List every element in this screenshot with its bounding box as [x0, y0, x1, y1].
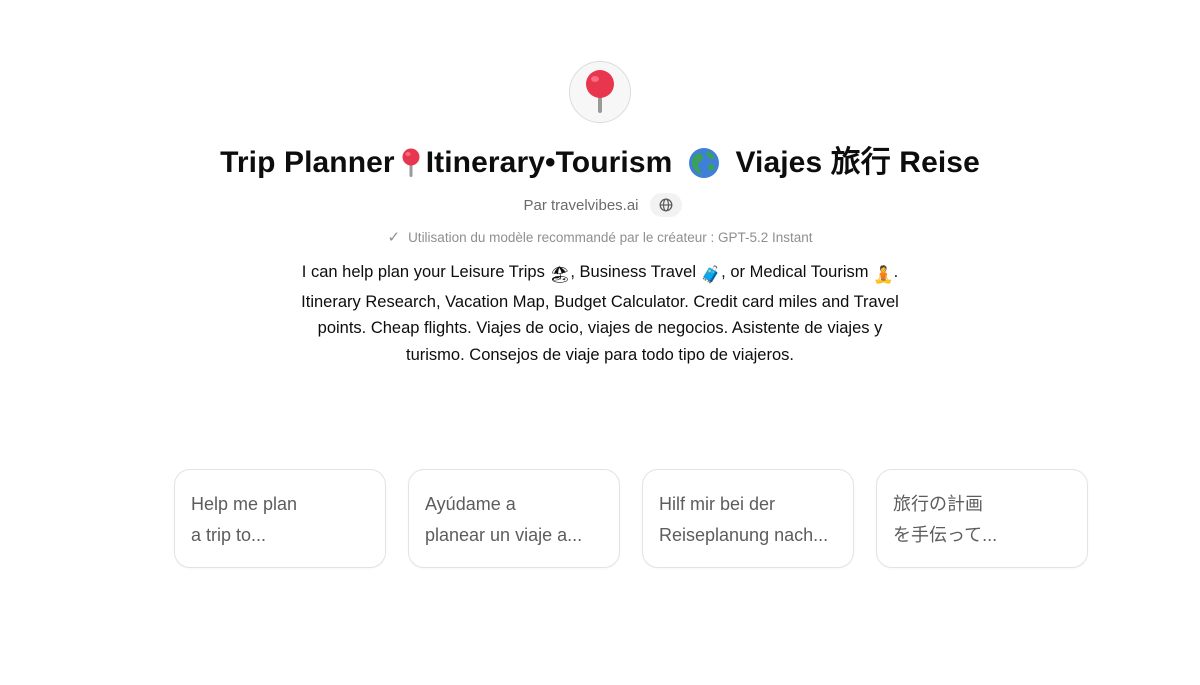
starter-line-2: a trip to... [191, 525, 267, 545]
description-text-1: I can help plan your Leisure Trips [301, 263, 550, 281]
beach-umbrella-icon: 🏖 [549, 266, 571, 284]
starter-line-1: 旅行の計画 [893, 494, 983, 514]
starter-line-2: Reiseplanung nach... [659, 525, 829, 545]
starter-line-1: Help me plan [191, 494, 298, 514]
check-icon: ✓ [387, 229, 401, 246]
starter-card-3[interactable]: Hilf mir bei der Reiseplanung nach... [642, 469, 854, 568]
starter-card-4[interactable]: 旅行の計画 を手伝って... [876, 469, 1088, 568]
gpt-description: I can help plan your Leisure Trips 🏖, Bu… [300, 259, 900, 368]
gpt-title: Trip Planner Itinerary•Tourism Viajes 旅行… [220, 145, 980, 181]
title-part-1: Trip Planner [220, 146, 395, 179]
title-part-2: Itinerary•Tourism [425, 146, 673, 179]
description-text-2: , Business Travel [570, 263, 701, 281]
starter-card-1[interactable]: Help me plan a trip to... [174, 469, 386, 568]
starter-card-2[interactable]: Ayúdame a planear un viaje a... [408, 469, 620, 568]
description-text-3: , or Medical Tourism [721, 263, 874, 281]
luggage-icon: 🧳 [700, 266, 722, 284]
round-pushpin-icon [586, 70, 614, 113]
conversation-starters: Help me plan a trip to... Ayúdame a plan… [174, 469, 1088, 568]
globe-icon [659, 198, 672, 212]
author-row: Par travelvibes.ai [518, 193, 682, 217]
model-note-text: Utilisation du modèle recommandé par le … [408, 229, 813, 245]
author-name[interactable]: Par travelvibes.ai [518, 195, 643, 216]
starter-line-1: Ayúdame a [425, 494, 516, 514]
starter-line-1: Hilf mir bei der [659, 494, 776, 514]
starter-line-2: を手伝って... [893, 525, 998, 545]
gpt-header: Trip Planner Itinerary•Tourism Viajes 旅行… [0, 0, 1200, 368]
lotus-position-icon: 🧘 [873, 266, 894, 284]
recommended-model-note: ✓ Utilisation du modèle recommandé par l… [387, 228, 812, 246]
author-website-link[interactable] [649, 193, 682, 217]
title-part-3: Viajes 旅行 Reise [735, 146, 980, 179]
gpt-avatar [569, 61, 631, 123]
globe-americas-icon [689, 148, 720, 178]
pushpin-icon [402, 148, 420, 177]
starter-line-2: planear un viaje a... [425, 525, 583, 545]
